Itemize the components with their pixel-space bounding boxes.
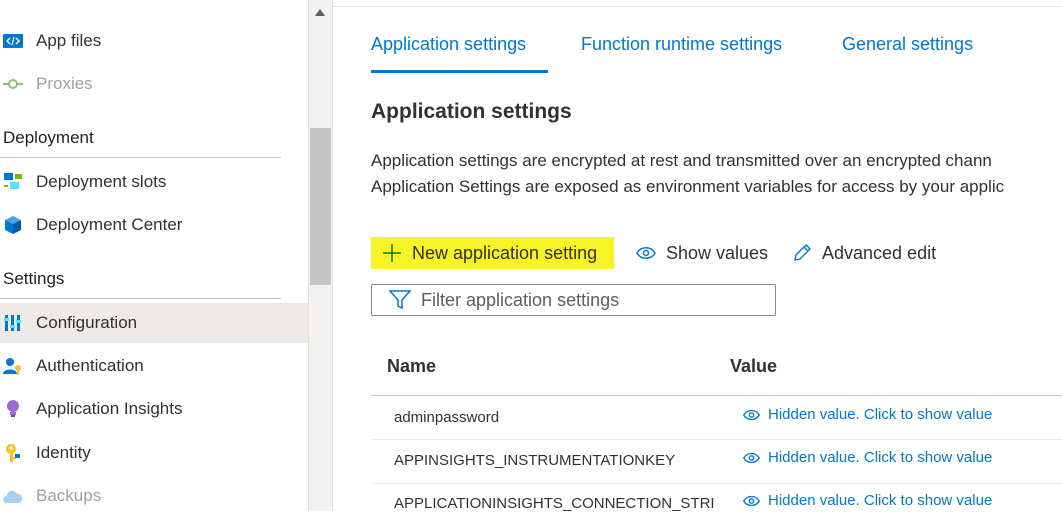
pencil-icon xyxy=(792,243,812,263)
advanced-edit-button[interactable]: Advanced edit xyxy=(792,237,936,269)
section-divider xyxy=(0,298,281,299)
user-key-icon xyxy=(1,356,25,376)
sidebar-item-authentication[interactable]: Authentication xyxy=(0,346,308,386)
sidebar-item-cut-off[interactable] xyxy=(4,0,12,2)
eye-icon xyxy=(742,452,761,464)
hidden-value-text: Hidden value. Click to show value xyxy=(768,449,993,466)
table-header-divider xyxy=(371,395,1062,396)
hidden-value-link[interactable]: Hidden value. Click to show value xyxy=(742,449,992,466)
configuration-sliders-icon xyxy=(1,313,25,333)
show-values-button[interactable]: Show values xyxy=(636,237,768,269)
sidebar-item-application-insights[interactable]: Application Insights xyxy=(0,389,308,429)
new-application-setting-button[interactable]: New application setting xyxy=(371,237,614,269)
sidebar-item-label: Application Insights xyxy=(36,399,183,418)
eye-icon xyxy=(636,246,656,260)
setting-name: adminpassword xyxy=(394,409,500,426)
section-title-settings: Settings xyxy=(3,269,65,288)
new-application-setting-label: New application setting xyxy=(412,242,598,263)
hidden-value-text: Hidden value. Click to show value xyxy=(768,406,993,423)
filter-input[interactable] xyxy=(419,288,763,312)
sidebar-item-label: Deployment Center xyxy=(36,215,183,234)
description-line-1: Application settings are encrypted at re… xyxy=(371,151,992,170)
advanced-edit-label: Advanced edit xyxy=(822,242,937,263)
hidden-value-link[interactable]: Hidden value. Click to show value xyxy=(742,492,992,509)
filter-box[interactable] xyxy=(371,284,776,316)
cloud-icon xyxy=(1,486,25,506)
tab-general-settings[interactable]: General settings xyxy=(842,34,973,55)
key-icon xyxy=(1,443,25,463)
active-tab-indicator xyxy=(371,70,548,73)
eye-icon xyxy=(742,495,761,507)
header-divider xyxy=(333,6,1062,7)
lightbulb-icon xyxy=(1,399,25,419)
section-divider xyxy=(0,157,281,158)
setting-name: APPLICATIONINSIGHTS_CONNECTION_STRING xyxy=(394,495,714,512)
section-title-deployment: Deployment xyxy=(3,128,94,147)
section-title: Application settings xyxy=(371,100,572,123)
sidebar: App files Proxies Deployment Deployment … xyxy=(0,0,308,511)
sidebar-item-app-files[interactable]: App files xyxy=(0,21,308,61)
cube-icon xyxy=(1,215,25,235)
code-file-icon xyxy=(1,31,25,51)
setting-name: APPINSIGHTS_INSTRUMENTATIONKEY xyxy=(394,452,676,469)
sidebar-item-configuration[interactable]: Configuration xyxy=(0,303,308,343)
row-divider xyxy=(371,483,1062,484)
proxy-icon xyxy=(1,74,25,94)
hidden-value-link[interactable]: Hidden value. Click to show value xyxy=(742,406,992,423)
sidebar-item-label: Proxies xyxy=(36,74,93,93)
eye-icon xyxy=(742,409,761,421)
sidebar-item-label: Configuration xyxy=(36,313,138,332)
sidebar-item-label: Backups xyxy=(36,486,102,505)
tab-application-settings[interactable]: Application settings xyxy=(371,34,526,55)
sidebar-item-proxies[interactable]: Proxies xyxy=(0,64,308,104)
show-values-label: Show values xyxy=(666,242,769,263)
sidebar-item-label: Authentication xyxy=(36,356,144,375)
sidebar-item-label: App files xyxy=(36,31,102,50)
column-header-value[interactable]: Value xyxy=(730,356,777,377)
filter-funnel-icon xyxy=(389,290,411,310)
sidebar-item-deployment-center[interactable]: Deployment Center xyxy=(0,205,308,245)
hidden-value-text: Hidden value. Click to show value xyxy=(768,492,993,509)
sidebar-scrollbar[interactable] xyxy=(308,0,333,511)
scroll-up-arrow-icon[interactable] xyxy=(315,9,325,16)
deployment-slots-icon xyxy=(1,172,25,192)
tab-function-runtime-settings[interactable]: Function runtime settings xyxy=(581,34,782,55)
sidebar-item-deployment-slots[interactable]: Deployment slots xyxy=(0,162,308,202)
plus-icon xyxy=(382,243,402,263)
sidebar-item-backups[interactable]: Backups xyxy=(0,476,308,516)
sidebar-item-label: Deployment slots xyxy=(36,172,167,191)
description-line-2: Application Settings are exposed as envi… xyxy=(371,177,1005,196)
scrollbar-thumb[interactable] xyxy=(310,128,331,285)
sidebar-item-identity[interactable]: Identity xyxy=(0,433,308,473)
row-divider xyxy=(371,439,1062,440)
sidebar-item-label: Identity xyxy=(36,443,91,462)
column-header-name[interactable]: Name xyxy=(387,356,436,377)
